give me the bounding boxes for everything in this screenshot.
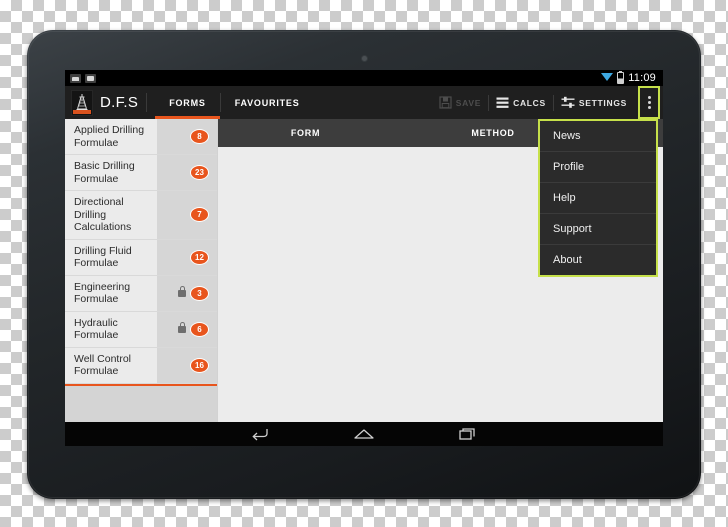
tab-bar: FORMS FAVOURITES (155, 86, 313, 119)
lock-icon (178, 285, 186, 297)
drilling-rig-icon (71, 89, 93, 116)
status-badge: 3 (190, 285, 209, 301)
sidebar-item-label: Engineering Formulae (74, 280, 131, 306)
status-badge: 7 (190, 207, 209, 223)
calcs-label: CALCS (513, 97, 546, 108)
menu-item-profile[interactable]: Profile (540, 152, 656, 183)
sidebar-item-hydraulic[interactable]: Hydraulic Formulae 6 (65, 311, 217, 348)
tab-favourites[interactable]: FAVOURITES (221, 86, 314, 119)
recents-icon[interactable] (454, 425, 482, 443)
sidebar-item-label: Directional Drilling Calculations (74, 196, 132, 233)
sidebar-item-label: Hydraulic Formulae (74, 316, 119, 342)
wifi-icon (601, 73, 614, 81)
status-notification-area (70, 73, 96, 83)
sidebar-item-label: Applied Drilling Formulae (74, 124, 145, 149)
menu-item-label: About (553, 254, 582, 266)
save-button[interactable]: SAVE (432, 86, 488, 119)
status-badge: 16 (190, 357, 209, 373)
sliders-icon (561, 96, 575, 109)
menu-item-support[interactable]: Support (540, 214, 656, 245)
lock-icon (178, 321, 186, 333)
sidebar-empty-area (65, 385, 217, 422)
status-badge: 8 (190, 129, 209, 144)
screenshot-icon (70, 73, 81, 83)
menu-item-about[interactable]: About (540, 245, 656, 275)
sidebar-item-meta: 3 (157, 275, 217, 311)
sidebar-item-meta: 23 (157, 155, 217, 190)
sidebar-item-label: Basic Drilling Formulae (74, 160, 135, 185)
sidebar-item-meta: 12 (157, 239, 217, 275)
category-list: Applied Drilling Formulae 8 Basic Drilli… (65, 119, 217, 384)
back-icon[interactable] (246, 425, 274, 443)
android-navigation-bar (65, 422, 663, 446)
overflow-dot-1 (647, 96, 651, 99)
sidebar-item-meta: 6 (157, 311, 217, 347)
overflow-dot-3 (647, 106, 651, 109)
sidebar-item-well-control[interactable]: Well Control Formulae 16 (65, 347, 217, 384)
sidebar-item-basic-drilling[interactable]: Basic Drilling Formulae 23 (65, 155, 217, 191)
menu-item-label: News (553, 130, 581, 142)
overflow-dot-2 (647, 101, 651, 104)
home-icon[interactable] (350, 425, 378, 443)
save-floppy-icon (439, 96, 452, 109)
status-badge: 6 (190, 321, 209, 337)
app-bar-actions: SAVE CALCS SETTINGS (432, 86, 663, 119)
sidebar-item-applied-drilling[interactable]: Applied Drilling Formulae 8 (65, 119, 217, 155)
app-title: D.F.S (100, 94, 139, 111)
sidebar-item-drilling-fluid[interactable]: Drilling Fluid Formulae 12 (65, 239, 217, 276)
battery-icon (617, 71, 625, 84)
sidebar-item-label: Drilling Fluid Formulae (74, 244, 132, 270)
status-badge: 12 (190, 249, 209, 265)
menu-item-label: Support (553, 223, 592, 235)
app-bar: D.F.S FORMS FAVOURITES SAVE CALCS SETTIN… (65, 86, 663, 119)
tab-divider-left (146, 93, 148, 112)
menu-item-label: Help (553, 192, 576, 204)
status-clock: 11:09 (628, 72, 656, 84)
sidebar-item-meta: 16 (157, 347, 217, 383)
logo-accent-strip (73, 109, 91, 114)
tab-forms[interactable]: FORMS (155, 86, 220, 119)
save-label: SAVE (455, 97, 482, 108)
column-header-form: FORM (290, 128, 321, 138)
status-badge: 23 (190, 165, 209, 180)
category-sidebar: Applied Drilling Formulae 8 Basic Drilli… (65, 119, 218, 422)
app-brand[interactable]: D.F.S (65, 86, 146, 119)
menu-item-news[interactable]: News (540, 121, 656, 152)
sidebar-item-directional-drilling[interactable]: Directional Drilling Calculations 7 (65, 191, 217, 240)
overflow-dots-icon[interactable] (638, 86, 660, 119)
usb-icon (85, 73, 96, 83)
menu-item-help[interactable]: Help (540, 183, 656, 214)
sidebar-item-label: Well Control Formulae (74, 352, 131, 378)
overflow-menu: News Profile Help Support About (538, 119, 658, 277)
device-screen: 11:09 D.F.S FORMS FAVOURITES SAVE CALCS … (65, 70, 663, 446)
sidebar-item-meta: 8 (157, 119, 217, 154)
settings-button[interactable]: SETTINGS (554, 86, 634, 119)
tab-forms-label: FORMS (169, 97, 206, 108)
tab-favourites-label: FAVOURITES (234, 97, 300, 108)
status-bar: 11:09 (65, 70, 663, 86)
calcs-button[interactable]: CALCS (489, 86, 553, 119)
list-lines-icon (496, 97, 509, 109)
tablet-device: 11:09 D.F.S FORMS FAVOURITES SAVE CALCS … (27, 30, 701, 499)
sidebar-item-meta: 7 (157, 191, 217, 239)
sidebar-item-engineering[interactable]: Engineering Formulae 3 (65, 275, 217, 312)
menu-item-label: Profile (553, 161, 585, 173)
front-camera (361, 56, 367, 61)
status-system-area: 11:09 (601, 71, 658, 84)
settings-label: SETTINGS (578, 97, 627, 108)
